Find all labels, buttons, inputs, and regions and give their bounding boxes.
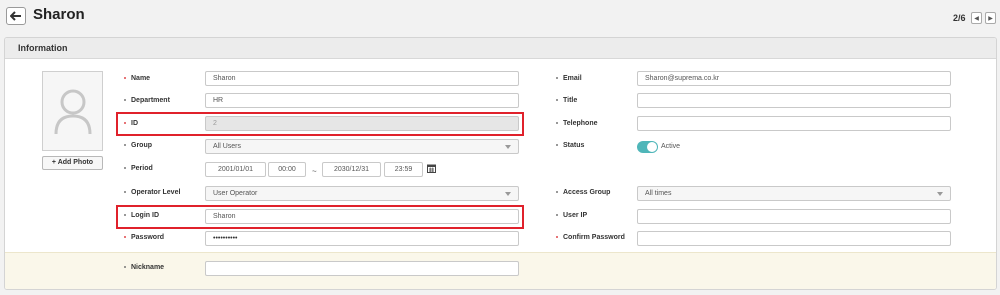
period-separator: ~ xyxy=(312,167,317,176)
period-label: Period xyxy=(124,165,153,172)
password-label: Password xyxy=(124,234,164,241)
back-button[interactable] xyxy=(6,7,26,25)
period-end-time[interactable]: 23:59 xyxy=(384,162,423,177)
login-id-highlight-box xyxy=(116,205,524,229)
title-label: Title xyxy=(556,97,577,104)
add-photo-button[interactable]: + Add Photo xyxy=(42,156,103,170)
status-label: Status xyxy=(556,142,584,149)
group-select[interactable]: All Users xyxy=(205,139,519,154)
page-title: Sharon xyxy=(33,6,85,23)
calendar-icon[interactable] xyxy=(427,164,436,173)
title-input[interactable] xyxy=(637,93,951,108)
period-start-time[interactable]: 00:00 xyxy=(268,162,306,177)
group-value: All Users xyxy=(213,143,242,150)
nickname-label: Nickname xyxy=(124,264,164,271)
chevron-down-icon xyxy=(505,145,511,149)
access-group-select[interactable]: All times xyxy=(637,186,951,201)
operator-level-label: Operator Level xyxy=(124,189,180,196)
period-start-date[interactable]: 2001/01/01 xyxy=(205,162,266,177)
period-end-date[interactable]: 2030/12/31 xyxy=(322,162,381,177)
telephone-label: Telephone xyxy=(556,120,597,127)
name-label: Name xyxy=(124,75,150,82)
email-label: Email xyxy=(556,75,582,82)
user-avatar-icon xyxy=(54,89,92,135)
email-input[interactable]: Sharon@suprema.co.kr xyxy=(637,71,951,86)
chevron-down-icon xyxy=(937,192,943,196)
department-label: Department xyxy=(124,97,170,104)
id-highlight-box xyxy=(116,112,524,136)
confirm-password-label: Confirm Password xyxy=(556,234,625,241)
pager-count: 2/6 xyxy=(953,13,966,23)
chevron-right-icon: ▶ xyxy=(988,15,993,22)
panel-title: Information xyxy=(18,43,68,53)
chevron-left-icon: ◀ xyxy=(974,15,979,22)
operator-level-select[interactable]: User Operator xyxy=(205,186,519,201)
prev-page-button[interactable]: ◀ xyxy=(971,12,982,24)
confirm-password-input[interactable] xyxy=(637,231,951,246)
status-toggle[interactable] xyxy=(637,141,658,153)
access-group-label: Access Group xyxy=(556,189,610,196)
page-header: Sharon 2/6 ◀ ▶ xyxy=(0,0,1000,36)
operator-level-value: User Operator xyxy=(213,190,258,197)
user-photo xyxy=(42,71,103,151)
next-page-button[interactable]: ▶ xyxy=(985,12,996,24)
status-value: Active xyxy=(661,143,681,150)
access-group-value: All times xyxy=(645,190,672,197)
toggle-knob xyxy=(647,142,657,152)
group-label: Group xyxy=(124,142,152,149)
chevron-down-icon xyxy=(505,192,511,196)
user-ip-label: User IP xyxy=(556,212,587,219)
department-input[interactable]: HR xyxy=(205,93,519,108)
name-input[interactable]: Sharon xyxy=(205,71,519,86)
telephone-input[interactable] xyxy=(637,116,951,131)
nickname-input[interactable] xyxy=(205,261,519,276)
password-input[interactable]: •••••••••• xyxy=(205,231,519,246)
user-ip-input[interactable] xyxy=(637,209,951,224)
panel-header: Information xyxy=(5,38,996,59)
arrow-left-icon xyxy=(10,11,21,21)
